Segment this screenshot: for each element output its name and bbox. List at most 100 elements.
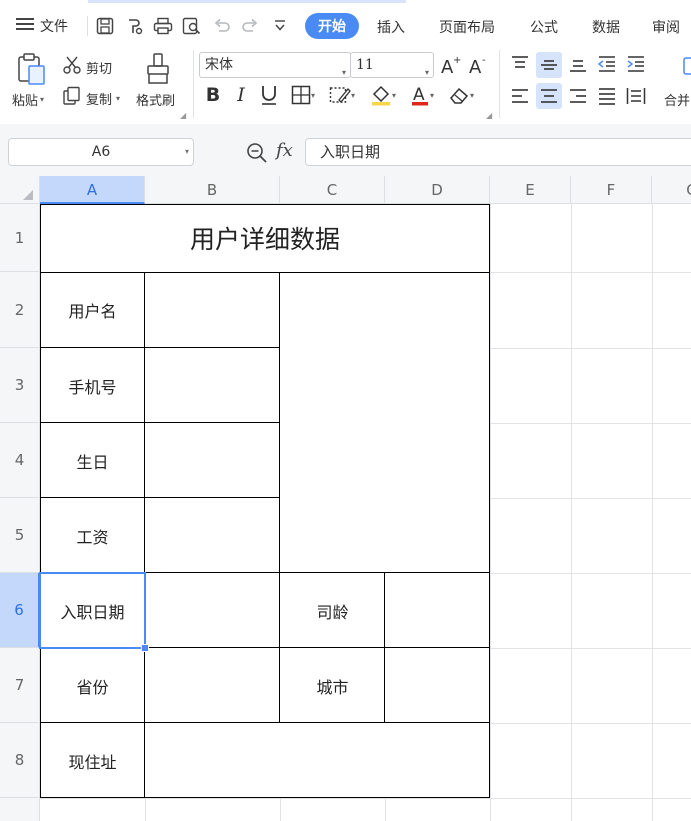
align-left-icon[interactable] (508, 84, 532, 108)
table-border (144, 272, 145, 798)
cell-a7[interactable]: 省份 (40, 648, 145, 723)
svg-text:+: + (453, 55, 461, 66)
chevron-down-icon: ▾ (184, 147, 189, 156)
column-header-d[interactable]: D (385, 176, 490, 204)
cell-a3[interactable]: 手机号 (40, 348, 145, 423)
tab-review[interactable]: 审阅 (652, 17, 680, 37)
column-header-g[interactable]: G (652, 176, 691, 204)
increase-indent-icon[interactable] (624, 52, 648, 76)
table-border (40, 272, 490, 273)
name-box[interactable]: A6 ▾ (8, 138, 194, 166)
tab-page-layout[interactable]: 页面布局 (439, 17, 495, 37)
divider (87, 16, 88, 36)
copy-button[interactable]: 复制 ▾ (62, 86, 120, 110)
cell-style-icon[interactable]: ▾ (326, 84, 358, 106)
merge-cells-label[interactable]: 合并 (664, 90, 690, 109)
cell-c7[interactable]: 城市 (280, 648, 385, 723)
photo-cell-c2[interactable] (280, 272, 490, 573)
paste-icon[interactable] (16, 52, 46, 90)
tab-insert[interactable]: 插入 (377, 17, 405, 37)
cell-b2[interactable] (145, 272, 280, 348)
align-top-icon[interactable] (508, 52, 532, 76)
divider (193, 50, 194, 118)
cell-d6[interactable] (385, 573, 490, 648)
format-painter-label[interactable]: 格式刷 (136, 90, 175, 109)
column-header-e[interactable]: E (490, 176, 571, 204)
cell-b4[interactable] (145, 423, 280, 498)
title-cell[interactable]: 用户详细数据 (40, 204, 490, 272)
fill-handle[interactable] (141, 644, 149, 652)
row-header-1[interactable]: 1 (0, 204, 40, 272)
fill-color-icon[interactable]: ▾ (366, 84, 400, 106)
cell-b7[interactable] (145, 648, 280, 723)
svg-text:A: A (469, 57, 482, 76)
paste-button[interactable]: 粘贴 ▾ (12, 90, 44, 109)
distributed-align-icon[interactable] (624, 84, 648, 108)
wrap-text-icon[interactable] (682, 54, 691, 78)
address-value-cell-b8[interactable] (145, 723, 490, 798)
align-middle-icon[interactable] (536, 52, 562, 78)
print-preview-icon[interactable] (182, 16, 202, 36)
zoom-search-icon[interactable] (246, 142, 268, 168)
group-launcher-icon[interactable]: ◢ (486, 111, 492, 120)
row-header-2[interactable]: 2 (0, 272, 40, 348)
justify-icon[interactable] (595, 84, 619, 108)
align-center-icon[interactable] (536, 83, 562, 109)
title-strip (88, 0, 406, 3)
cell-a8[interactable]: 现住址 (40, 723, 145, 798)
row-header-4[interactable]: 4 (0, 423, 40, 498)
cell-b6[interactable] (145, 573, 280, 648)
gridline (571, 204, 572, 821)
bold-icon[interactable]: B (202, 84, 224, 106)
decrease-indent-icon[interactable] (595, 52, 619, 76)
cell-d7[interactable] (385, 648, 490, 723)
underline-icon[interactable] (258, 84, 280, 106)
tab-data[interactable]: 数据 (592, 17, 620, 37)
column-header-c[interactable]: C (280, 176, 385, 204)
font-name-select[interactable]: 宋体 ▾ (199, 52, 351, 78)
row-header-9[interactable] (0, 798, 40, 821)
file-menu[interactable]: 文件 (16, 16, 68, 36)
row-header-7[interactable]: 7 (0, 648, 40, 723)
more-dropdown-icon[interactable] (270, 16, 290, 36)
column-header-b[interactable]: B (145, 176, 280, 204)
tab-formulas[interactable]: 公式 (530, 17, 558, 37)
decrease-font-icon[interactable]: A- (468, 54, 490, 76)
borders-icon[interactable]: ▾ (287, 84, 319, 106)
redo-icon[interactable] (240, 16, 260, 36)
gridline (40, 798, 691, 799)
row-header-6[interactable]: 6 (0, 573, 40, 648)
save-icon[interactable] (95, 16, 115, 36)
row-header-8[interactable]: 8 (0, 723, 40, 798)
italic-icon[interactable]: I (230, 84, 252, 106)
table-border (40, 347, 280, 348)
print-icon[interactable] (153, 16, 173, 36)
format-brush-icon[interactable] (144, 52, 172, 90)
format-painter-icon[interactable] (124, 16, 144, 36)
column-header-a[interactable]: A (40, 176, 145, 204)
formula-input[interactable]: 入职日期 (305, 138, 691, 166)
cell-b3[interactable] (145, 348, 280, 423)
cell-a4[interactable]: 生日 (40, 423, 145, 498)
increase-font-icon[interactable]: A + (440, 54, 462, 76)
cell-c6[interactable]: 司龄 (280, 573, 385, 648)
group-launcher-icon[interactable]: ◢ (180, 111, 186, 120)
fx-icon[interactable]: fx (276, 140, 293, 161)
column-header-f[interactable]: F (571, 176, 652, 204)
undo-icon[interactable] (212, 16, 232, 36)
align-right-icon[interactable] (566, 84, 590, 108)
cell-b5[interactable] (145, 498, 280, 573)
font-size-select[interactable]: 11 ▾ (350, 52, 434, 78)
cell-a2[interactable]: 用户名 (40, 272, 145, 348)
select-all-corner[interactable] (0, 176, 40, 204)
chevron-down-icon: ▾ (116, 93, 121, 103)
font-color-icon[interactable]: A ▾ (406, 84, 438, 106)
row-header-3[interactable]: 3 (0, 348, 40, 423)
eraser-icon[interactable]: ▾ (444, 84, 478, 106)
row-header-5[interactable]: 5 (0, 498, 40, 573)
align-bottom-icon[interactable] (566, 52, 590, 76)
tab-home[interactable]: 开始 (305, 13, 359, 39)
cut-button[interactable]: 剪切 (62, 55, 112, 79)
cell-a5[interactable]: 工资 (40, 498, 145, 573)
font-size-value: 11 (356, 57, 374, 73)
